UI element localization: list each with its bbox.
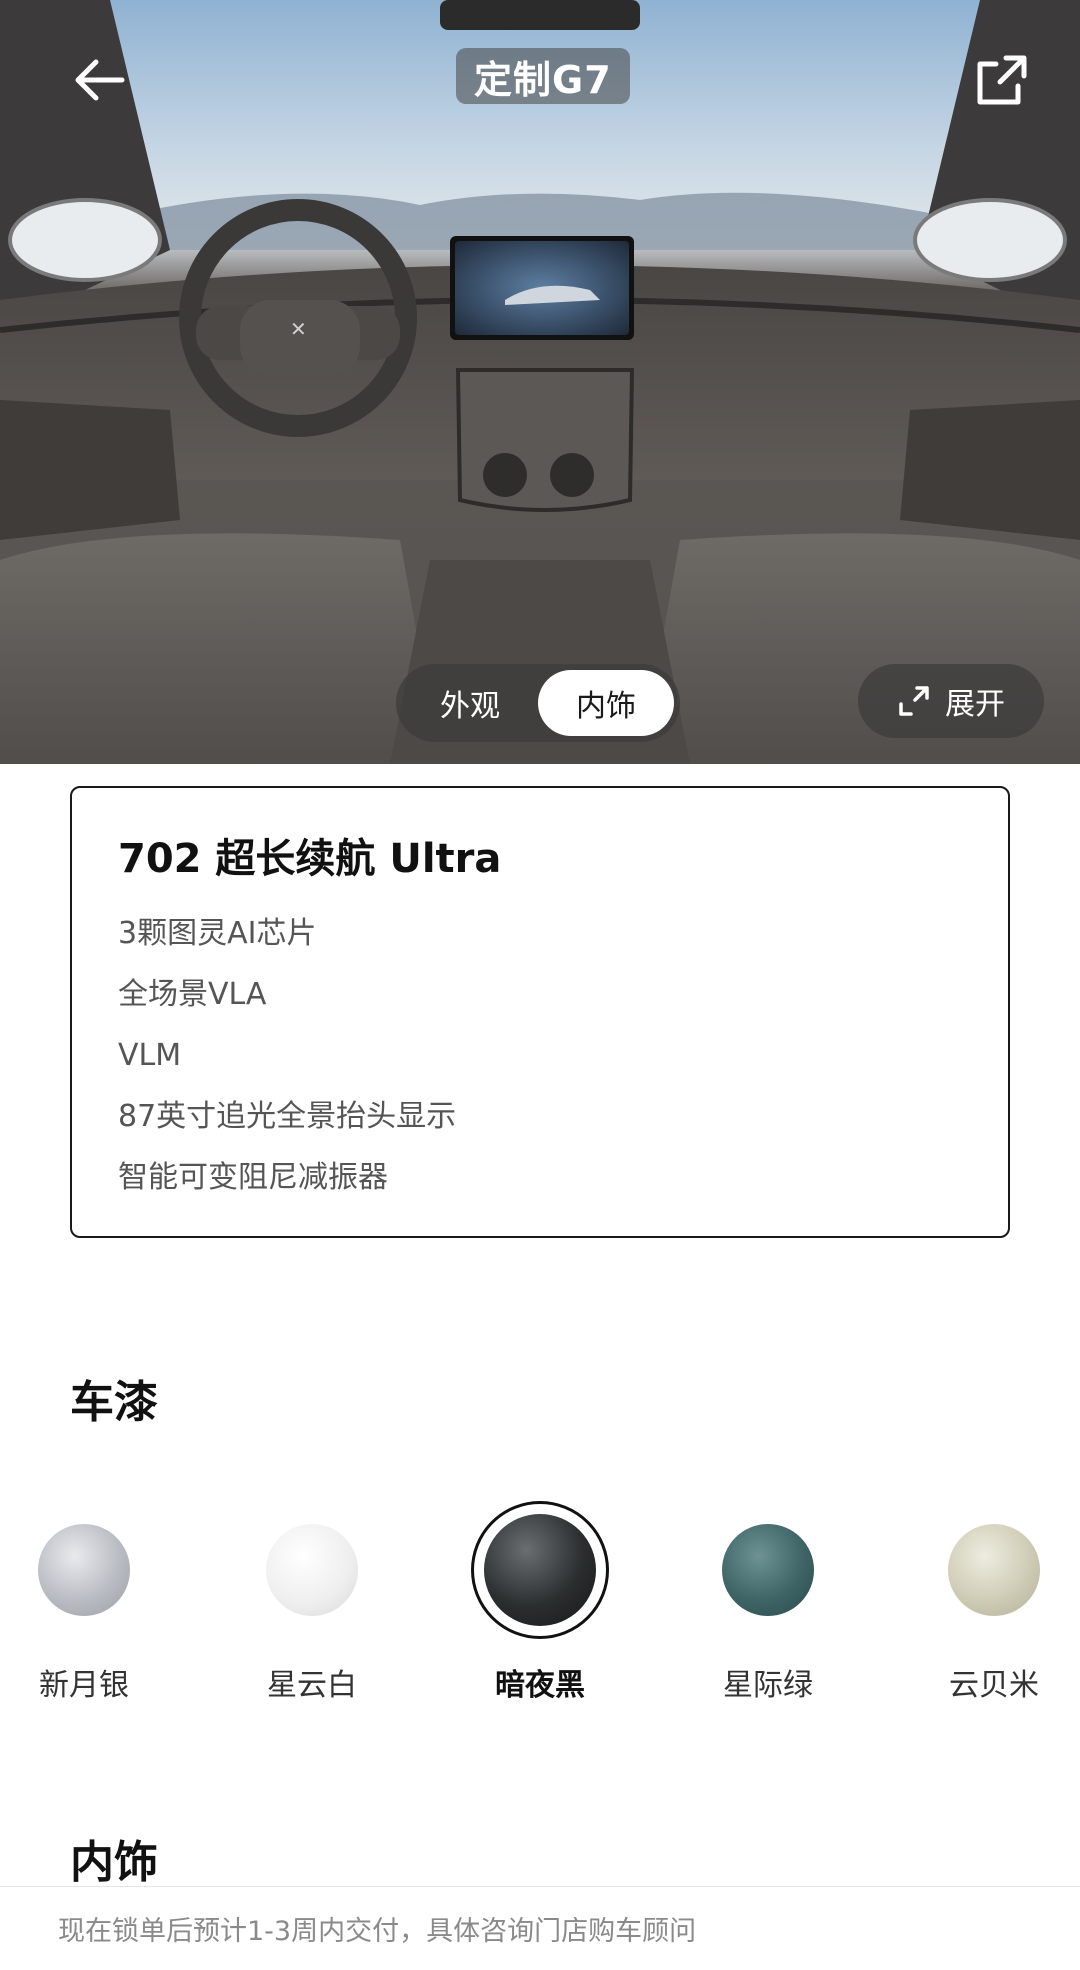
- swatch-ring: [925, 1501, 1063, 1639]
- paint-swatch-list: 新月银 星云白 暗夜黑 星际绿 云贝米: [0, 1500, 1080, 1703]
- paint-swatch-beige[interactable]: 云贝米: [880, 1500, 1080, 1703]
- share-button[interactable]: [962, 40, 1042, 120]
- page-title: 定制G7: [456, 48, 630, 104]
- back-button[interactable]: [60, 40, 140, 120]
- swatch-ring: [699, 1501, 837, 1639]
- swatch-label: 云贝米: [949, 1668, 1039, 1703]
- svg-text:✕: ✕: [290, 317, 307, 341]
- spec-feature: 智能可变阻尼减振器: [118, 1160, 388, 1195]
- spec-feature: VLM: [118, 1038, 182, 1073]
- tab-interior[interactable]: 内饰: [538, 670, 674, 736]
- color-dot: [948, 1524, 1040, 1616]
- spec-feature: 87英寸追光全景抬头显示: [118, 1099, 457, 1134]
- view-toggle: 外观 内饰: [396, 664, 680, 742]
- interior-section-title: 内饰: [70, 1837, 158, 1888]
- paint-section-title: 车漆: [70, 1377, 158, 1428]
- paint-swatch-silver[interactable]: 新月银: [0, 1500, 198, 1703]
- swatch-ring: [243, 1501, 381, 1639]
- delivery-notice: 现在锁单后预计1-3周内交付，具体咨询门店购车顾问: [0, 1886, 1080, 1970]
- share-export-icon: [977, 55, 1027, 105]
- trim-spec-card[interactable]: 702 超长续航 Ultra 3颗图灵AI芯片 全场景VLA VLM 87英寸追…: [70, 786, 1010, 1238]
- car-interior-illustration: ✕: [0, 0, 1080, 764]
- trim-name: 702 超长续航 Ultra: [118, 836, 502, 882]
- expand-icon: [899, 686, 929, 716]
- car-preview-image[interactable]: ✕ 定制G7 外观 内饰 展开: [0, 0, 1080, 764]
- color-dot: [266, 1524, 358, 1616]
- color-dot: [484, 1514, 596, 1626]
- color-dot: [722, 1524, 814, 1616]
- spec-feature: 全场景VLA: [118, 977, 267, 1012]
- paint-swatch-black[interactable]: 暗夜黑: [426, 1500, 654, 1703]
- paint-swatch-green[interactable]: 星际绿: [654, 1500, 882, 1703]
- swatch-ring: [15, 1501, 153, 1639]
- color-dot: [38, 1524, 130, 1616]
- delivery-notice-text: 现在锁单后预计1-3周内交付，具体咨询门店购车顾问: [58, 1916, 697, 1947]
- swatch-label: 新月银: [39, 1668, 129, 1703]
- tab-exterior[interactable]: 外观: [402, 670, 538, 736]
- expand-label: 展开: [945, 687, 1005, 722]
- spec-feature: 3颗图灵AI芯片: [118, 916, 317, 951]
- swatch-label: 暗夜黑: [495, 1668, 585, 1703]
- swatch-label: 星云白: [267, 1668, 357, 1703]
- arrow-left-icon: [75, 59, 125, 101]
- swatch-label: 星际绿: [723, 1668, 813, 1703]
- swatch-ring: [471, 1501, 609, 1639]
- paint-swatch-white[interactable]: 星云白: [198, 1500, 426, 1703]
- expand-button[interactable]: 展开: [858, 664, 1044, 738]
